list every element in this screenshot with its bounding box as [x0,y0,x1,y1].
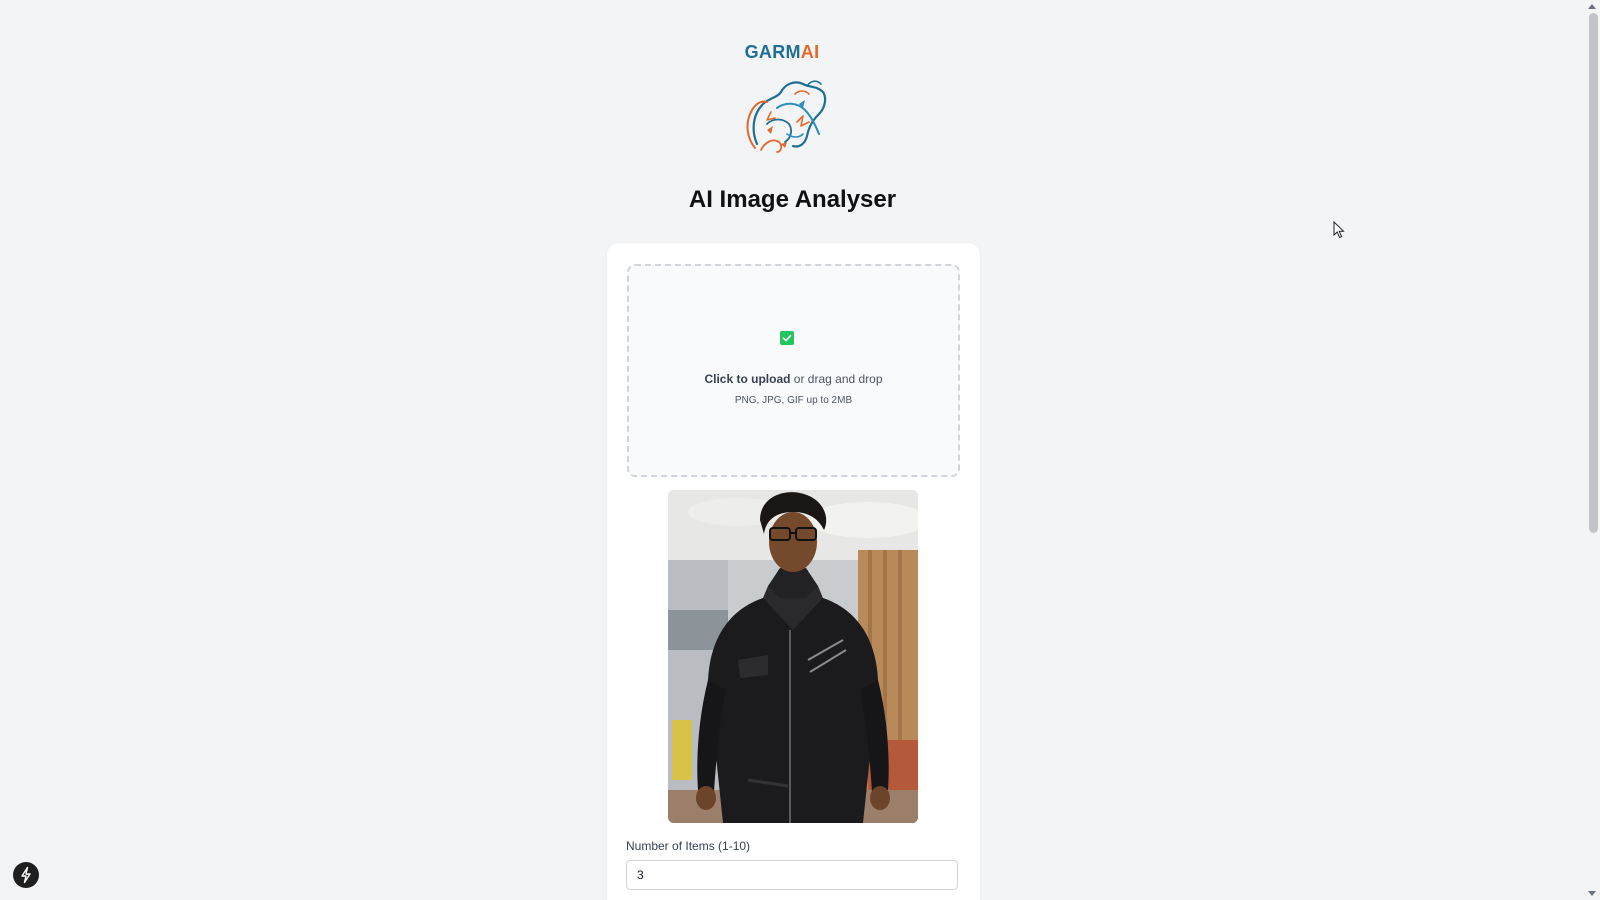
upload-file-hint: PNG, JPG, GIF up to 2MB [734,395,853,406]
mouse-cursor-icon [1333,220,1345,244]
upload-dropzone[interactable]: Click to upload or drag and drop PNG, JP… [627,264,960,477]
uploaded-photo-preview [668,490,918,823]
scroll-down-arrow-icon[interactable] [1588,891,1596,896]
page-scrollbar[interactable] [1585,0,1600,900]
page-title: AI Image Analyser [688,186,897,213]
page: GARMAI AI Image Analyser Click to upload… [0,0,1600,900]
floating-action-button[interactable] [13,862,39,888]
logo: GARMAI [730,42,840,157]
scroll-up-arrow-icon[interactable] [1588,4,1596,9]
analyser-card: Click to upload or drag and drop PNG, JP… [607,243,980,900]
lightning-icon [21,866,31,884]
logo-wordmark: GARMAI [744,42,820,62]
check-icon [780,331,794,345]
scrollbar-thumb[interactable] [1589,13,1598,533]
items-count-label: Number of Items (1-10) [626,839,751,853]
items-count-input[interactable] [626,860,958,890]
upload-instructions: Click to upload or drag and drop [704,372,883,386]
click-to-upload-link[interactable]: Click to upload [704,372,790,386]
bear-illustration-icon [746,80,827,153]
